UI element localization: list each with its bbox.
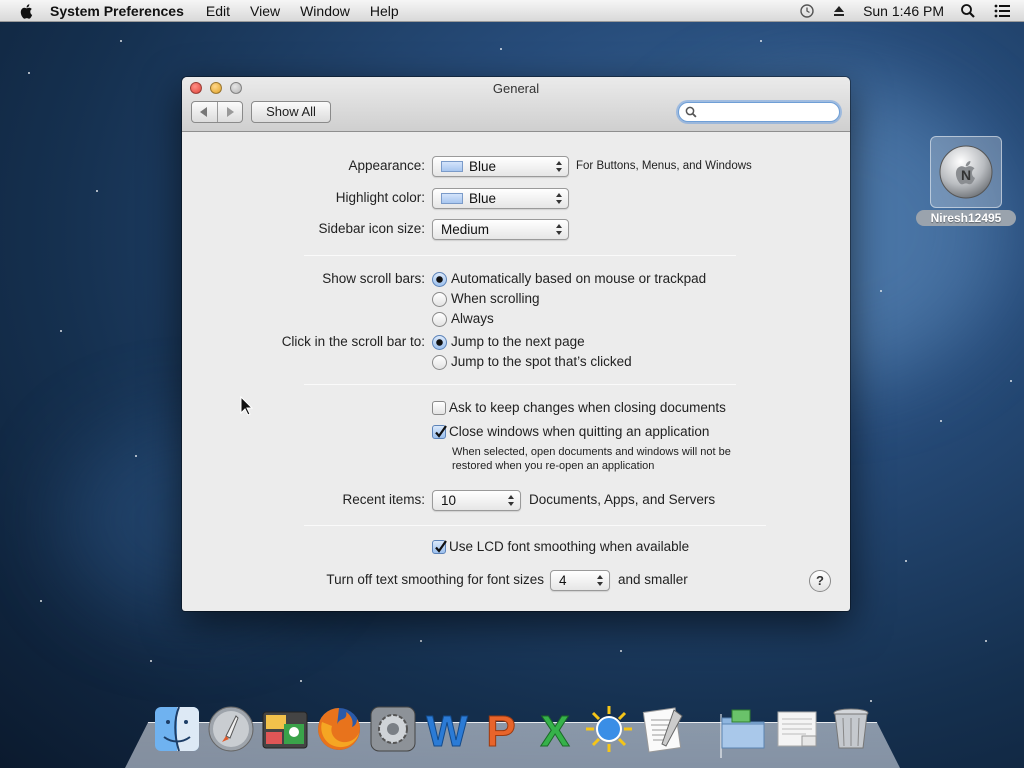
- excel-icon[interactable]: X: [530, 704, 580, 755]
- appearance-hint: For Buttons, Menus, and Windows: [576, 160, 752, 172]
- photo-app-icon[interactable]: [260, 704, 310, 754]
- back-arrow-icon: [200, 107, 208, 117]
- appearance-label: Appearance:: [348, 158, 425, 173]
- text-smoothing-suffix: and smaller: [618, 572, 688, 587]
- launchpad-icon[interactable]: [206, 704, 256, 754]
- help-button[interactable]: ?: [809, 570, 831, 592]
- back-forward-control: [191, 101, 243, 123]
- blue-swatch: [441, 193, 463, 204]
- powerpoint-letter: P: [486, 707, 515, 754]
- document-stack-icon[interactable]: [772, 704, 822, 754]
- menu-window[interactable]: Window: [300, 3, 350, 19]
- sidebar-icon-size-value: Medium: [441, 222, 490, 237]
- show-scroll-bars-label: Show scroll bars:: [322, 271, 425, 286]
- close-windows-note-line-1: When selected, open documents and window…: [452, 446, 731, 458]
- close-windows-note: When selected, open documents and window…: [452, 445, 731, 473]
- menu-app-name[interactable]: System Preferences: [50, 3, 184, 19]
- search-icon: [685, 106, 697, 118]
- finder-icon[interactable]: [152, 704, 202, 754]
- scroll-bars-always-label[interactable]: Always: [451, 311, 494, 326]
- word-letter: W: [426, 707, 468, 754]
- close-windows-note-line-2: restored when you re-open an application: [452, 460, 655, 472]
- show-all-button[interactable]: Show All: [251, 101, 331, 123]
- eject-icon[interactable]: [831, 3, 847, 19]
- textedit-icon[interactable]: [638, 704, 688, 754]
- close-windows-label[interactable]: Close windows when quitting an applicati…: [449, 424, 709, 439]
- spotlight-search-icon[interactable]: [960, 3, 976, 19]
- lcd-smoothing-checkbox[interactable]: [432, 540, 447, 554]
- search-field[interactable]: [678, 102, 840, 122]
- time-machine-icon[interactable]: [799, 3, 815, 19]
- user-drive-label[interactable]: Niresh12495: [916, 210, 1016, 226]
- window-title: General: [492, 81, 540, 96]
- system-preferences-icon[interactable]: [368, 704, 418, 754]
- menu-view[interactable]: View: [250, 3, 280, 19]
- checkmark-icon: [435, 540, 447, 553]
- click-scroll-bar-label: Click in the scroll bar to:: [281, 334, 425, 349]
- scroll-bars-when-scrolling-label[interactable]: When scrolling: [451, 291, 540, 306]
- popup-arrows-icon: [597, 575, 603, 586]
- separator: [304, 525, 766, 526]
- separator: [304, 255, 736, 256]
- recent-items-popup[interactable]: 10: [432, 490, 521, 511]
- appearance-popup[interactable]: Blue: [432, 156, 569, 177]
- popup-arrows-icon: [556, 161, 562, 172]
- text-smoothing-size-popup[interactable]: 4: [550, 570, 610, 591]
- scroll-bars-when-scrolling-radio[interactable]: [432, 292, 447, 307]
- scroll-bars-automatic-label[interactable]: Automatically based on mouse or trackpad: [451, 271, 706, 286]
- user-initial: N: [961, 167, 971, 183]
- window-toolbar: General Show All: [182, 77, 850, 132]
- sidebar-icon-size-popup[interactable]: Medium: [432, 219, 569, 240]
- search-input[interactable]: [700, 105, 830, 119]
- close-windows-checkbox[interactable]: [432, 425, 447, 439]
- recent-items-value: 10: [441, 493, 457, 508]
- menu-edit[interactable]: Edit: [206, 3, 230, 19]
- popup-arrows-icon: [556, 193, 562, 204]
- general-preferences-window: General Show All Appearance: Blue For Bu…: [182, 77, 850, 611]
- scroll-bars-automatic-radio[interactable]: [432, 272, 447, 287]
- apple-menu-icon[interactable]: [18, 2, 36, 20]
- word-icon[interactable]: W: [422, 704, 472, 755]
- downloads-folder-icon[interactable]: [718, 704, 768, 754]
- recent-items-label: Recent items:: [342, 492, 425, 507]
- ask-keep-changes-label[interactable]: Ask to keep changes when closing documen…: [449, 400, 726, 415]
- dock: W P X: [150, 704, 880, 760]
- menubar-clock[interactable]: Sun 1:46 PM: [863, 3, 944, 19]
- forward-button[interactable]: [216, 102, 243, 122]
- highlight-color-label: Highlight color:: [335, 190, 425, 205]
- menu-help[interactable]: Help: [370, 3, 399, 19]
- menu-bar: System Preferences Edit View Window Help…: [0, 0, 1024, 22]
- apple-disk-icon: N: [939, 145, 993, 199]
- separator: [304, 384, 736, 385]
- firefox-icon[interactable]: [314, 704, 364, 754]
- highlight-color-popup[interactable]: Blue: [432, 188, 569, 209]
- ask-keep-changes-checkbox[interactable]: [432, 401, 446, 415]
- jump-next-page-radio[interactable]: [432, 335, 447, 350]
- popup-arrows-icon: [556, 224, 562, 235]
- text-smoothing-label: Turn off text smoothing for font sizes: [326, 572, 544, 587]
- popup-arrows-icon: [508, 495, 514, 506]
- weather-icon[interactable]: [584, 704, 634, 754]
- mouse-cursor-icon: [240, 396, 254, 416]
- blue-swatch: [441, 161, 463, 172]
- jump-next-page-label[interactable]: Jump to the next page: [451, 334, 585, 349]
- text-smoothing-size-value: 4: [559, 573, 567, 588]
- excel-letter: X: [540, 707, 569, 754]
- sidebar-icon-size-label: Sidebar icon size:: [318, 221, 425, 236]
- forward-arrow-icon: [226, 107, 234, 117]
- back-button[interactable]: [192, 102, 217, 122]
- jump-to-spot-radio[interactable]: [432, 355, 447, 370]
- highlight-color-value: Blue: [469, 191, 497, 206]
- powerpoint-icon[interactable]: P: [476, 704, 526, 755]
- appearance-value: Blue: [469, 159, 497, 174]
- checkmark-icon: [435, 425, 447, 438]
- recent-items-suffix: Documents, Apps, and Servers: [529, 492, 716, 507]
- scroll-bars-always-radio[interactable]: [432, 312, 447, 327]
- lcd-smoothing-label[interactable]: Use LCD font smoothing when available: [449, 539, 689, 554]
- trash-icon[interactable]: [826, 704, 876, 754]
- jump-to-spot-label[interactable]: Jump to the spot that’s clicked: [451, 354, 632, 369]
- user-drive-icon[interactable]: N: [930, 136, 1002, 208]
- notification-center-icon[interactable]: [992, 3, 1012, 19]
